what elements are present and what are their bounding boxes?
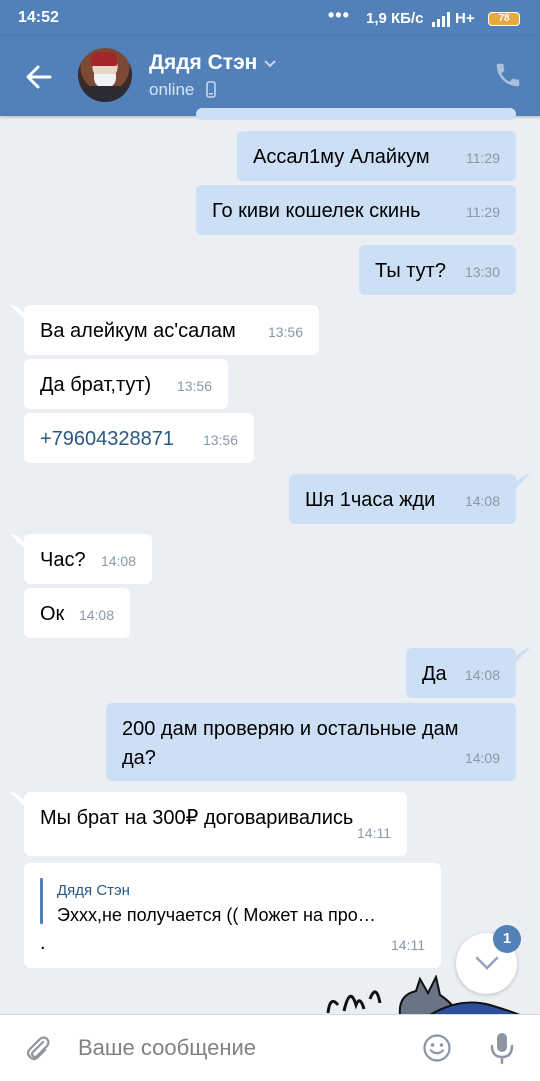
chat-header: Дядя Стэн online: [0, 36, 540, 116]
chevron-down-icon: [475, 956, 499, 970]
message-time: 11:29: [466, 150, 500, 166]
network-speed: 1,9 КБ/с: [366, 10, 424, 27]
phone-number-link[interactable]: +79604328871: [40, 425, 174, 453]
message-outgoing[interactable]: Го киви кошелек скинь 11:29: [196, 185, 516, 235]
message-text: .: [40, 932, 46, 954]
message-input-bar: [0, 1014, 540, 1081]
message-outgoing[interactable]: 200 дам проверяю и остальные дам да? 14:…: [106, 703, 516, 781]
message-bubble-partial: [196, 108, 516, 120]
signal-icon: [432, 12, 450, 27]
message-text: Ты тут?: [375, 260, 446, 282]
message-incoming[interactable]: Час? 14:08: [24, 534, 152, 584]
message-outgoing[interactable]: Да 14:08: [406, 648, 516, 698]
avatar[interactable]: [78, 48, 132, 102]
bubble-tail: [10, 305, 24, 319]
bubble-tail: [516, 648, 530, 662]
battery-icon: 78: [488, 12, 520, 26]
emoji-icon[interactable]: [422, 1033, 452, 1063]
back-arrow-icon[interactable]: [24, 62, 54, 92]
reply-preview: Эххх,не получается (( Может на про…: [57, 905, 376, 925]
bubble-tail: [10, 792, 24, 806]
message-text: Ва алейкум ас'салам: [40, 320, 236, 342]
paperclip-icon[interactable]: [22, 1033, 52, 1063]
phone-icon[interactable]: [493, 60, 523, 90]
message-incoming[interactable]: Мы брат на 300₽ договаривались 14:11: [24, 792, 407, 856]
bubble-tail: [10, 534, 24, 548]
message-incoming[interactable]: Да брат,тут) 13:56: [24, 359, 228, 409]
message-outgoing[interactable]: Шя 1часа жди 14:08: [289, 474, 516, 524]
message-incoming[interactable]: Ок 14:08: [24, 588, 130, 638]
message-text: Да: [422, 663, 447, 685]
message-text-line1: 200 дам проверяю и остальные дам: [122, 718, 459, 740]
message-text: Ассал1му Алайкум: [253, 146, 430, 168]
contact-name[interactable]: Дядя Стэн: [149, 51, 257, 75]
message-incoming[interactable]: Ва алейкум ас'салам 13:56: [24, 305, 319, 355]
bubble-tail: [516, 474, 530, 488]
message-input[interactable]: [78, 1033, 398, 1063]
message-time: 14:08: [464, 493, 500, 509]
status-time: 14:52: [18, 9, 59, 26]
message-time: 14:11: [391, 937, 425, 953]
mobile-phone-icon: [206, 81, 216, 98]
message-text: Шя 1часа жди: [305, 489, 436, 511]
reply-indicator: [40, 878, 43, 924]
message-text: Ок: [40, 603, 65, 625]
message-time: 11:29: [466, 204, 500, 220]
unread-badge: 1: [493, 925, 521, 953]
message-text: Го киви кошелек скинь: [212, 200, 421, 222]
message-time: 14:08: [78, 607, 114, 623]
message-time: 13:56: [267, 324, 303, 340]
notification-dots: •••: [328, 5, 350, 25]
microphone-icon[interactable]: [488, 1031, 516, 1065]
message-time: 14:11: [357, 825, 391, 841]
message-outgoing[interactable]: Ассал1му Алайкум 11:29: [237, 131, 516, 181]
message-time: 13:56: [176, 378, 212, 394]
message-text: Час?: [40, 549, 86, 571]
message-text: Да брат,тут): [40, 374, 152, 396]
message-text-line2: да?: [122, 747, 156, 769]
message-text: Мы брат на 300₽ договаривались: [40, 807, 354, 829]
network-type: H+: [455, 10, 475, 27]
message-incoming-reply[interactable]: Дядя Стэн Эххх,не получается (( Может на…: [24, 863, 441, 968]
message-outgoing[interactable]: Ты тут? 13:30: [359, 245, 516, 295]
contact-status: online: [149, 80, 195, 99]
message-time: 13:30: [464, 264, 500, 280]
chevron-down-icon[interactable]: [263, 56, 277, 70]
status-bar: 14:52 ••• 1,9 КБ/с H+ 78: [0, 0, 540, 36]
message-time: 14:09: [464, 750, 500, 766]
message-time: 13:56: [202, 432, 238, 448]
message-time: 14:08: [100, 553, 136, 569]
message-incoming[interactable]: +79604328871 13:56: [24, 413, 254, 463]
message-time: 14:08: [464, 667, 500, 683]
